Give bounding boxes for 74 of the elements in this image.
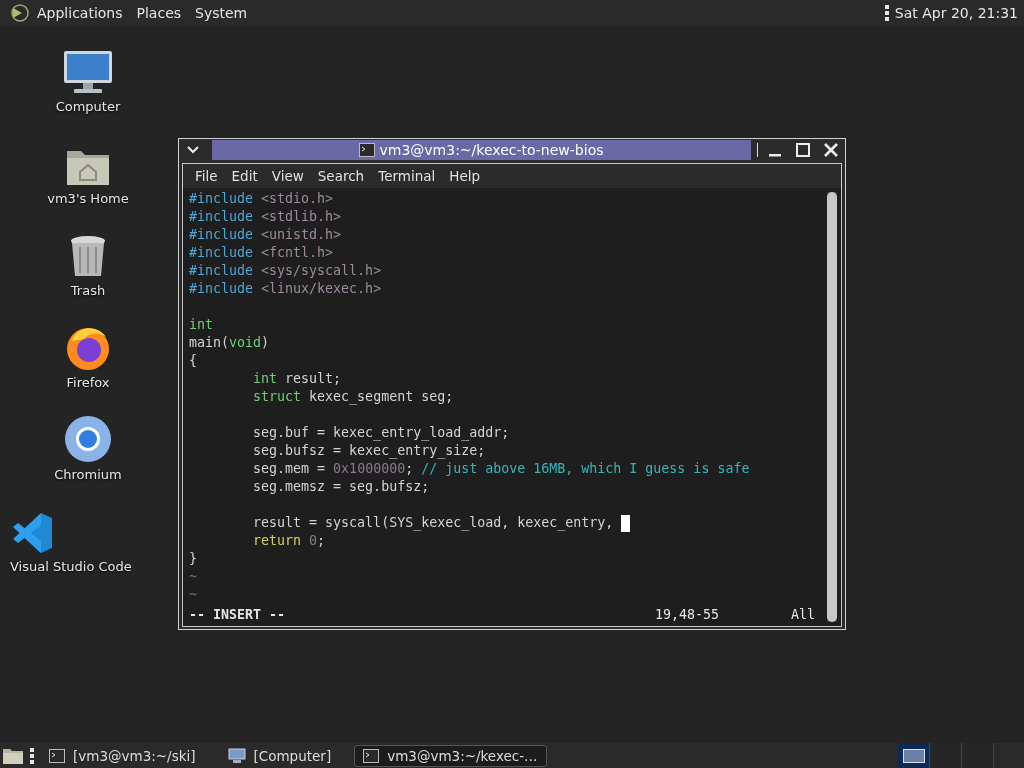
maximize-icon[interactable] bbox=[796, 143, 810, 157]
window-menu-icon[interactable] bbox=[187, 146, 199, 154]
code-text: seg.mem = bbox=[252, 460, 327, 478]
taskbar-button[interactable]: vm3@vm3:~/kexec-… bbox=[354, 744, 547, 767]
code-text: seg.buf = kexec_entry_load_addr; bbox=[252, 424, 510, 442]
code-text: <stdlib.h> bbox=[260, 208, 342, 226]
browser-icon bbox=[64, 415, 112, 463]
scroll-position: All bbox=[790, 606, 815, 624]
code-text: kexec_segment seg; bbox=[308, 388, 454, 406]
code-text: int bbox=[252, 370, 278, 388]
code-text: <linux/kexec.h> bbox=[260, 280, 382, 298]
handle-icon[interactable] bbox=[30, 747, 34, 764]
panel-menu[interactable]: Places bbox=[129, 5, 189, 21]
scrollbar-thumb[interactable] bbox=[827, 192, 837, 622]
code-text: <fcntl.h> bbox=[260, 244, 334, 262]
code-text: struct bbox=[252, 388, 302, 406]
desktop-icon-label[interactable]: Computer bbox=[55, 99, 121, 114]
code-text: void bbox=[229, 334, 262, 352]
panel-menu[interactable]: Applications bbox=[30, 5, 130, 21]
code-text: <sys/syscall.h> bbox=[260, 262, 382, 280]
code-text: ; bbox=[317, 532, 326, 550]
cursor-position: 19,48-55 bbox=[654, 606, 720, 624]
taskbar-button[interactable]: [Computer] bbox=[218, 744, 341, 767]
desktop-icon-label[interactable]: vm3's Home bbox=[47, 191, 129, 206]
panel-menu[interactable]: System bbox=[188, 5, 255, 21]
terminal-icon bbox=[359, 143, 376, 157]
window-title: vm3@vm3:~/kexec-to-new-bios bbox=[379, 142, 604, 158]
mode-indicator: -- INSERT -- bbox=[189, 606, 286, 624]
code-text: #include bbox=[189, 244, 254, 262]
code-text: 0 bbox=[309, 532, 318, 550]
taskbar-button[interactable]: [vm3@vm3:~/ski] bbox=[40, 744, 205, 767]
menu-item[interactable]: File bbox=[188, 168, 225, 184]
code-text: #include bbox=[189, 280, 254, 298]
menu-item[interactable]: Edit bbox=[224, 168, 265, 184]
clock[interactable]: Sat Apr 20, 21:31 bbox=[894, 5, 1018, 21]
workspace-button[interactable] bbox=[898, 743, 930, 768]
code-text: main( bbox=[189, 334, 230, 352]
code-text: int bbox=[189, 316, 214, 334]
menu-item[interactable]: Terminal bbox=[371, 168, 443, 184]
logo-icon[interactable] bbox=[10, 3, 30, 23]
handle-icon[interactable] bbox=[884, 5, 889, 21]
code-text: ; bbox=[405, 460, 415, 478]
desktop-icon-label[interactable]: Trash bbox=[70, 283, 106, 298]
code-text: <unistd.h> bbox=[260, 226, 342, 244]
code-text: #include bbox=[189, 226, 254, 244]
code-text: result; bbox=[284, 370, 342, 388]
code-text: { bbox=[189, 352, 197, 370]
monitor-icon bbox=[62, 49, 114, 95]
code-text: // just above 16MB, which I guess is safe bbox=[421, 460, 750, 478]
code-text: <stdio.h> bbox=[260, 190, 334, 208]
desktop-icon-label[interactable]: Firefox bbox=[66, 375, 110, 390]
terminal-icon bbox=[363, 748, 380, 763]
code-text: #include bbox=[189, 190, 254, 208]
code-text: seg.bufsz = kexec_entry_size; bbox=[252, 442, 486, 460]
menu-item[interactable]: Search bbox=[310, 168, 372, 184]
desktop-icon-label[interactable]: Visual Studio Code bbox=[10, 559, 132, 574]
terminal-icon bbox=[49, 748, 65, 763]
code-text: ) bbox=[261, 334, 270, 352]
code-text: ~ bbox=[189, 568, 197, 586]
desktop-icon-label[interactable]: Chromium bbox=[54, 467, 122, 482]
close-icon[interactable] bbox=[824, 143, 838, 157]
code-text: #include bbox=[189, 208, 254, 226]
code-text: return bbox=[252, 532, 303, 550]
trash-icon bbox=[69, 235, 107, 279]
menu-item[interactable]: Help bbox=[442, 168, 488, 184]
show-desktop-icon[interactable] bbox=[2, 746, 24, 765]
monitor-icon bbox=[227, 747, 246, 764]
code-text: 0x1000000 bbox=[333, 460, 406, 478]
code-text: } bbox=[189, 550, 197, 568]
code-text: ~ bbox=[189, 586, 197, 604]
menu-item[interactable]: View bbox=[264, 168, 311, 184]
code-text: #include bbox=[189, 262, 254, 280]
code-text: result = syscall(SYS_kexec_load, kexec_entry, bbox=[252, 514, 615, 532]
code-text: seg.memsz = seg.bufsz; bbox=[252, 478, 430, 496]
